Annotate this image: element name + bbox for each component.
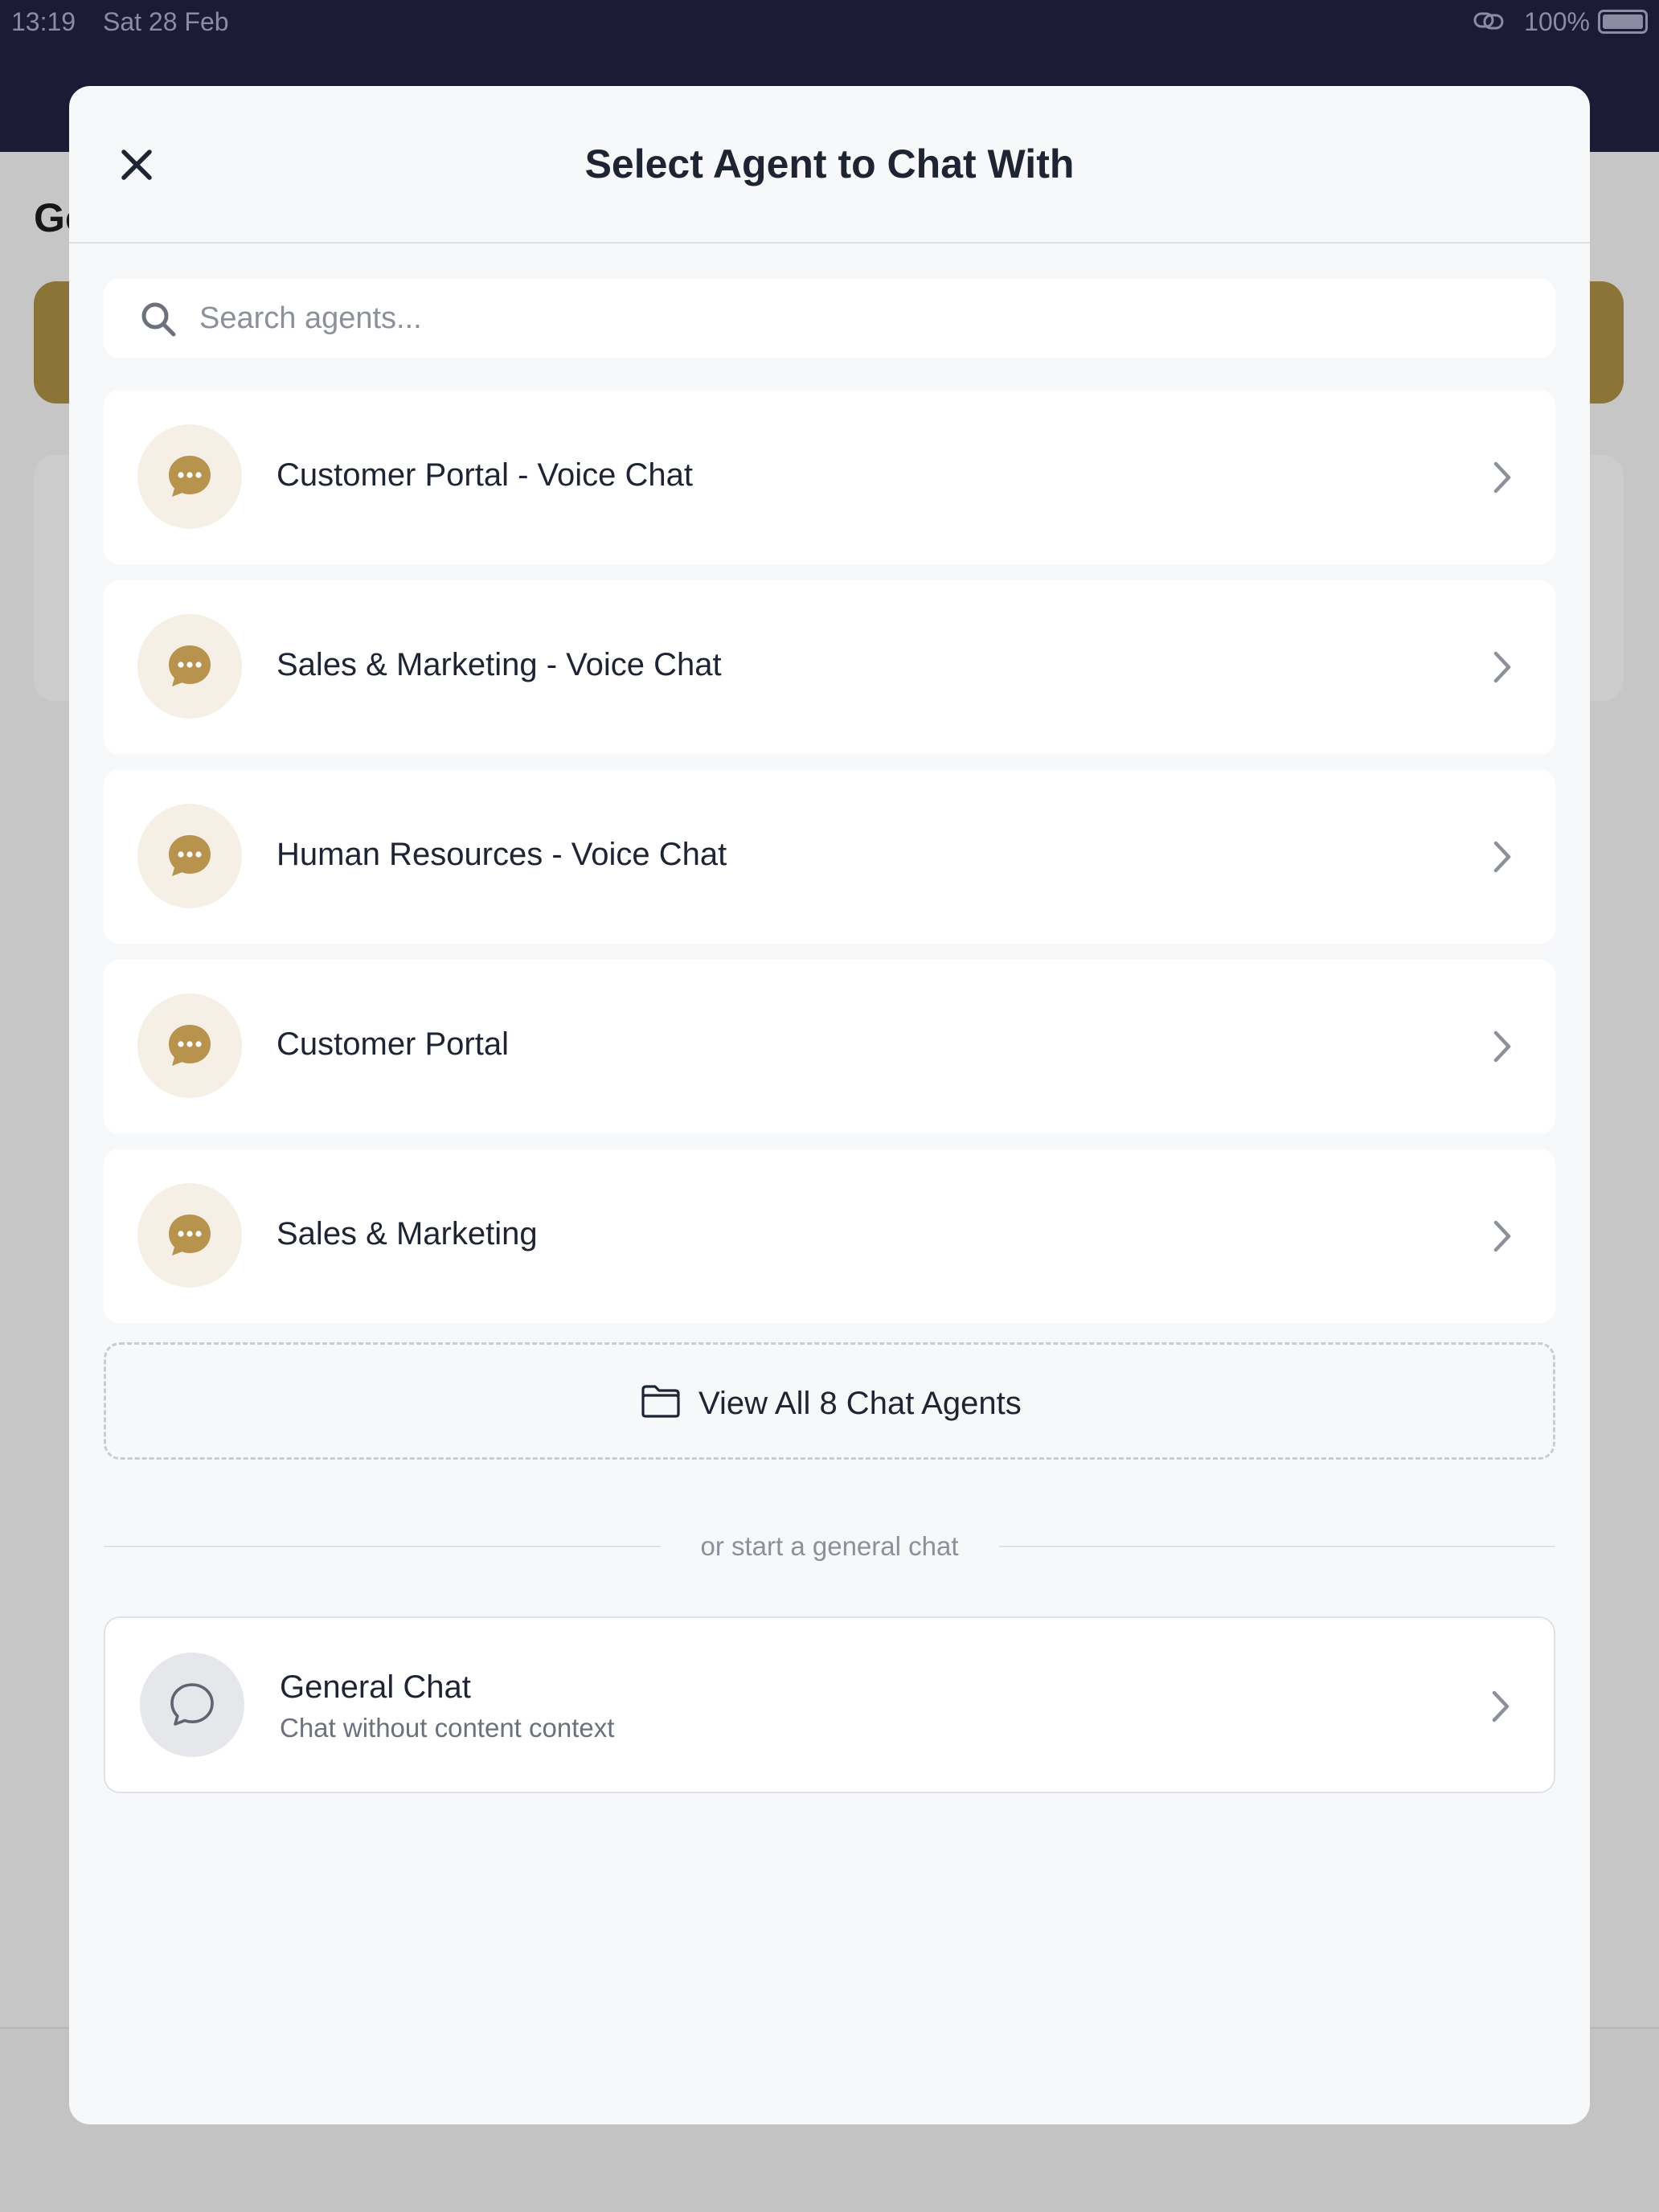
modal-title: Select Agent to Chat With [584, 141, 1075, 186]
link-icon [1473, 12, 1504, 30]
agent-item[interactable]: Sales & Marketing [104, 1149, 1555, 1323]
status-time: 13:19 [11, 7, 76, 36]
agent-avatar [137, 1183, 242, 1288]
divider-text: or start a general chat [700, 1531, 959, 1561]
agent-avatar [137, 424, 242, 529]
status-bar: 13:19 Sat 28 Feb 100% [0, 0, 1659, 43]
status-date: Sat 28 Feb [103, 7, 229, 36]
agent-list: Customer Portal - Voice Chat Sales & Mar… [104, 391, 1555, 1339]
chevron-right-icon [1492, 1690, 1509, 1722]
agent-name: Customer Portal [276, 1026, 509, 1062]
agent-item[interactable]: Customer Portal - Voice Chat [104, 391, 1555, 564]
agent-name: Human Resources - Voice Chat [276, 837, 727, 872]
chat-bubble-icon [169, 645, 211, 686]
agent-item[interactable]: Sales & Marketing - Voice Chat [104, 580, 1555, 754]
agent-name: Sales & Marketing [276, 1216, 538, 1251]
agent-avatar [137, 993, 242, 1098]
general-chat-subtitle: Chat without content context [280, 1713, 615, 1743]
chat-bubble-icon [169, 1025, 211, 1066]
chevron-right-icon [1493, 461, 1511, 494]
agent-item[interactable]: Human Resources - Voice Chat [104, 770, 1555, 944]
chat-bubble-icon [169, 835, 211, 876]
general-chat-avatar [140, 1653, 244, 1757]
modal-header: Select Agent to Chat With [69, 86, 1590, 244]
agent-avatar [137, 804, 242, 908]
search-icon [141, 302, 176, 337]
chat-bubble-icon [169, 1215, 211, 1256]
agent-select-modal: Select Agent to Chat With Customer Porta… [69, 86, 1590, 2124]
general-chat-title: General Chat [280, 1669, 471, 1705]
agent-item[interactable]: Customer Portal [104, 960, 1555, 1133]
agent-name: Sales & Marketing - Voice Chat [276, 647, 722, 682]
view-all-label: View All 8 Chat Agents [698, 1386, 1022, 1421]
chevron-right-icon [1493, 651, 1511, 683]
agent-avatar [137, 614, 242, 719]
folder-icon [641, 1385, 680, 1418]
general-chat-button[interactable]: General Chat Chat without content contex… [104, 1616, 1555, 1793]
view-all-agents-button[interactable]: View All 8 Chat Agents [104, 1342, 1555, 1460]
search-input[interactable] [199, 279, 1534, 358]
chat-outline-icon [170, 1683, 214, 1726]
chat-bubble-icon [169, 456, 211, 497]
chevron-right-icon [1493, 1220, 1511, 1252]
battery-icon [1598, 10, 1648, 34]
search-bar[interactable] [104, 279, 1555, 358]
chevron-right-icon [1493, 841, 1511, 873]
battery-percent: 100% [1524, 7, 1590, 36]
agent-name: Customer Portal - Voice Chat [276, 457, 693, 493]
chevron-right-icon [1493, 1030, 1511, 1063]
